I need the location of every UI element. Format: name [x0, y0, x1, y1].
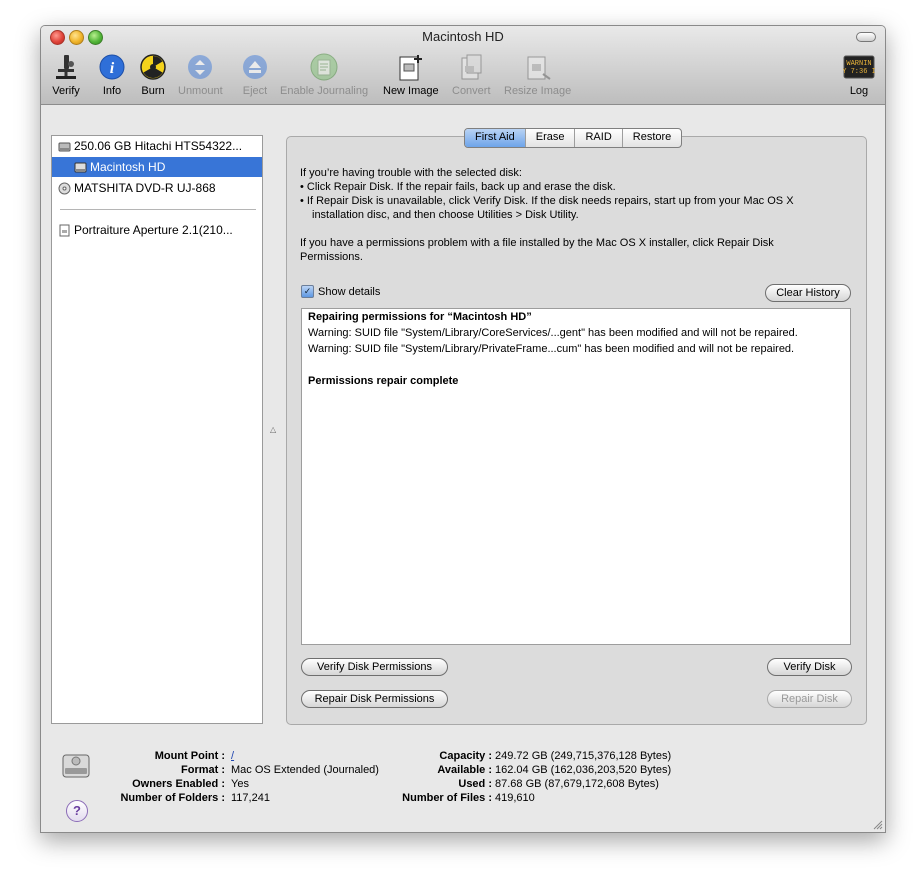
info-icon: i: [97, 52, 127, 82]
svg-text:Y 7:36 I: Y 7:36 I: [843, 68, 875, 76]
enable-journaling-toolbar-button[interactable]: Enable Journaling: [280, 52, 368, 97]
toolbar-toggle-button[interactable]: [856, 32, 876, 42]
disk-list[interactable]: 250.06 GB Hitachi HTS54322... Macintosh …: [51, 135, 263, 724]
tab-erase[interactable]: Erase: [526, 129, 576, 147]
toolbar-label: Unmount: [178, 85, 223, 97]
verify-toolbar-button[interactable]: Verify: [51, 52, 81, 97]
info-toolbar-button[interactable]: i Info: [97, 52, 127, 97]
mount-point-label: Mount Point :: [154, 750, 225, 762]
disk-image-icon: [58, 223, 71, 237]
log-toolbar-button[interactable]: WARNIN Y 7:36 I Log: [842, 52, 876, 97]
tab-raid[interactable]: RAID: [575, 129, 623, 147]
log-line: Repairing permissions for “Macintosh HD”: [308, 311, 532, 323]
eject-icon: [240, 52, 270, 82]
eject-toolbar-button[interactable]: Eject: [240, 52, 270, 97]
available-value: 162.04 GB (162,036,203,520 Bytes): [495, 764, 672, 776]
window-title: Macintosh HD: [422, 29, 504, 44]
repair-disk-button[interactable]: Repair Disk: [767, 690, 852, 708]
instructions-bullet-continued: installation disc, and then choose Utili…: [312, 209, 579, 221]
burn-icon: [138, 52, 168, 82]
toolbar-label: Resize Image: [504, 85, 572, 97]
verify-disk-permissions-button[interactable]: Verify Disk Permissions: [301, 658, 448, 676]
unmount-icon: [185, 52, 215, 82]
mount-point-link[interactable]: /: [231, 750, 234, 762]
format-value: Mac OS Extended (Journaled): [231, 764, 379, 776]
split-view-handle[interactable]: △: [270, 425, 276, 434]
toolbar-label: Verify: [52, 85, 80, 97]
capacity-label: Capacity :: [439, 750, 492, 762]
tab-first-aid[interactable]: First Aid: [465, 129, 526, 147]
disk-item-macintosh-hd[interactable]: Macintosh HD: [52, 157, 262, 177]
disk-utility-window: Macintosh HD Verify i Info Burn Unmount: [40, 25, 886, 833]
disk-item-label: 250.06 GB Hitachi HTS54322...: [74, 139, 243, 153]
disk-item-label: MATSHITA DVD-R UJ-868: [74, 181, 216, 195]
toolbar-label: New Image: [383, 85, 439, 97]
burn-toolbar-button[interactable]: Burn: [138, 52, 168, 97]
unmount-toolbar-button[interactable]: Unmount: [178, 52, 223, 97]
repair-disk-permissions-button[interactable]: Repair Disk Permissions: [301, 690, 448, 708]
capacity-value: 249.72 GB (249,715,376,128 Bytes): [495, 750, 672, 762]
tab-bar: First Aid Erase RAID Restore: [464, 128, 683, 148]
toolbar-label: Info: [102, 85, 122, 97]
toolbar-label: Enable Journaling: [280, 85, 369, 97]
log-line: Warning: SUID file "System/Library/CoreS…: [308, 327, 798, 339]
toolbar-label: Eject: [242, 85, 268, 97]
hard-disk-icon: [58, 139, 71, 152]
disk-info-bar: ? Mount Point : / Format : Mac OS Extend…: [41, 742, 885, 832]
used-label: Used :: [458, 778, 492, 790]
instructions-intro: If you’re having trouble with the select…: [300, 167, 522, 179]
instructions-bullet: • Click Repair Disk. If the repair fails…: [300, 181, 616, 193]
format-label: Format :: [181, 764, 225, 776]
journaling-icon: [309, 52, 339, 82]
log-line: Permissions repair complete: [308, 375, 459, 387]
instructions-bullet: • If Repair Disk is unavailable, click V…: [300, 195, 794, 207]
owners-enabled-value: Yes: [231, 778, 249, 790]
svg-text:i: i: [110, 60, 115, 77]
resize-grip-icon[interactable]: [873, 820, 883, 830]
disk-item-label: Macintosh HD: [90, 160, 166, 174]
available-label: Available :: [437, 764, 492, 776]
toolbar-label: Convert: [452, 85, 491, 97]
title-bar: Macintosh HD Verify i Info Burn Unmount: [41, 26, 885, 105]
toolbar-label: Log: [849, 85, 869, 97]
tab-restore[interactable]: Restore: [623, 129, 682, 147]
clear-history-button[interactable]: Clear History: [765, 284, 851, 302]
used-value: 87.68 GB (87,679,172,608 Bytes): [495, 778, 659, 790]
optical-drive-icon: [58, 181, 71, 195]
disk-item-hitachi[interactable]: 250.06 GB Hitachi HTS54322...: [52, 136, 262, 156]
number-of-folders-value: 117,241: [231, 792, 270, 804]
permissions-instructions: If you have a permissions problem with a…: [300, 237, 774, 249]
verify-disk-button[interactable]: Verify Disk: [767, 658, 852, 676]
resize-image-icon: [523, 52, 553, 82]
number-of-folders-label: Number of Folders :: [120, 792, 225, 804]
show-details-checkbox[interactable]: ✓ Show details: [301, 285, 380, 298]
disk-item-label: Portraiture Aperture 2.1(210...: [74, 223, 233, 237]
permissions-instructions-continued: Permissions.: [300, 251, 363, 263]
number-of-files-value: 419,610: [495, 792, 535, 804]
log-console-icon: WARNIN Y 7:36 I: [842, 52, 876, 82]
convert-icon: [456, 52, 486, 82]
new-image-toolbar-button[interactable]: New Image: [383, 52, 439, 97]
help-button[interactable]: ?: [66, 800, 88, 822]
number-of-files-label: Number of Files :: [402, 792, 492, 804]
first-aid-log[interactable]: Repairing permissions for “Macintosh HD”…: [301, 308, 851, 645]
new-image-icon: [396, 52, 426, 82]
convert-toolbar-button[interactable]: Convert: [452, 52, 491, 97]
first-aid-panel: First Aid Erase RAID Restore If you’re h…: [286, 128, 867, 725]
disk-item-dvd[interactable]: MATSHITA DVD-R UJ-868: [52, 178, 262, 198]
first-aid-instructions: If you’re having trouble with the select…: [300, 166, 860, 264]
owners-enabled-label: Owners Enabled :: [132, 778, 225, 790]
sidebar-divider: [60, 209, 256, 210]
show-details-label: Show details: [318, 285, 381, 298]
log-line: Warning: SUID file "System/Library/Priva…: [308, 343, 795, 355]
volume-icon: [74, 160, 87, 173]
toolbar-label: Burn: [141, 85, 165, 97]
hard-drive-icon: [61, 750, 91, 780]
svg-text:WARNIN: WARNIN: [846, 60, 871, 68]
resize-image-toolbar-button[interactable]: Resize Image: [504, 52, 571, 97]
disk-item-portraiture-image[interactable]: Portraiture Aperture 2.1(210...: [52, 220, 262, 240]
checkmark-icon: ✓: [301, 285, 314, 298]
microscope-icon: [51, 52, 81, 82]
